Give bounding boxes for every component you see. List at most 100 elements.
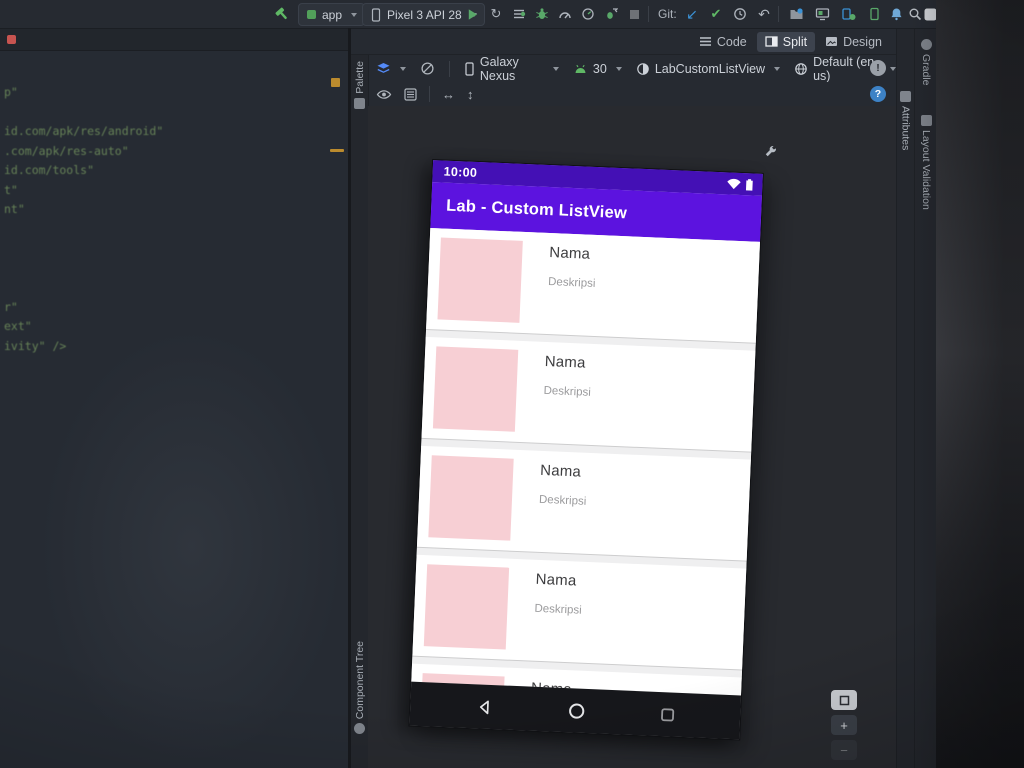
api-level-label: 30 (592, 61, 607, 76)
chevron-down-icon (615, 66, 622, 71)
item-thumbnail (437, 237, 523, 323)
code-line: id.com/apk/res/android" (4, 124, 164, 138)
code-line: ivity" /> (4, 338, 67, 353)
orientation-list-icon[interactable] (404, 87, 417, 101)
layout-height-icon[interactable]: ↕ (467, 87, 474, 102)
toolbar-separator (778, 6, 779, 22)
layout-validation-label: Layout Validation (920, 130, 932, 210)
color-blind-mode-button[interactable] (420, 61, 435, 76)
code-editor-panel[interactable]: p" id.com/apk/res/android" .com/apk/res-… (0, 29, 348, 768)
git-rollback-button[interactable]: ↶ (754, 4, 774, 24)
phone-device-icon (370, 7, 382, 22)
profile-avatar-button[interactable] (920, 4, 936, 24)
code-line: id.com/tools" (4, 163, 95, 177)
main-toolbar: app Pixel 3 API 28 ↻ Git: ↙ ✔ ↶ (0, 0, 936, 29)
chevron-down-icon (351, 12, 358, 17)
notifications-bell-icon[interactable] (886, 4, 906, 24)
item-description: Deskripsi (543, 384, 592, 399)
theme-select[interactable]: LabCustomListView (636, 62, 781, 76)
xml-file-icon (7, 35, 16, 44)
palette-icon (354, 97, 365, 109)
help-badge[interactable]: ? (870, 86, 886, 102)
tab-code-label: Code (716, 34, 747, 49)
render-issues-badge[interactable]: ! (870, 60, 886, 76)
layout-validation-icon (920, 115, 932, 126)
inspection-status-marker[interactable] (331, 78, 340, 87)
code-line: r" (4, 299, 18, 314)
profile-button[interactable] (555, 4, 575, 24)
editor-tab-strip (0, 29, 348, 51)
zoom-to-fit-button[interactable] (831, 690, 857, 710)
apply-changes-button[interactable]: ↻ (486, 4, 506, 24)
tab-design[interactable]: Design (817, 32, 890, 52)
component-tree-icon (354, 723, 365, 735)
layout-validation-tool-button[interactable]: Layout Validation (915, 115, 936, 210)
list-item[interactable]: Nama Deskripsi (421, 336, 756, 452)
running-devices-button[interactable] (812, 4, 832, 24)
wifi-icon (726, 177, 741, 190)
run-configuration-select[interactable]: app (298, 3, 366, 26)
debug-button[interactable] (532, 4, 552, 24)
list-item[interactable]: Nama Deskripsi (416, 445, 751, 561)
no-color-icon (420, 61, 435, 76)
build-hammer-icon[interactable] (272, 4, 292, 24)
toolbar-separator (449, 60, 450, 77)
design-surface[interactable]: 10:00 Lab - Custom ListView Nama Deskrip… (368, 106, 896, 768)
list-item[interactable]: Nama Deskripsi (412, 554, 747, 670)
chevron-down-icon (400, 66, 406, 71)
sdk-manager-button[interactable] (864, 4, 884, 24)
recents-button-icon[interactable] (659, 707, 675, 723)
code-mode-icon (699, 36, 712, 47)
scrollbar-warning-marker[interactable] (330, 149, 344, 152)
zoom-in-button[interactable]: + (831, 715, 857, 735)
layout-width-icon[interactable]: ↔ (442, 87, 455, 102)
preview-device-select[interactable]: Galaxy Nexus (464, 55, 559, 83)
item-thumbnail (428, 455, 514, 541)
android-head-icon (573, 63, 588, 75)
run-button[interactable] (462, 4, 482, 24)
list-item[interactable]: Nama Deskripsi (426, 228, 761, 343)
attach-debugger-button[interactable] (601, 4, 621, 24)
git-update-button[interactable]: ↙ (682, 4, 702, 24)
gradle-label: Gradle (920, 54, 932, 86)
home-button-icon[interactable] (566, 701, 586, 721)
app-module-icon (306, 9, 317, 20)
code-line: ext" (4, 319, 32, 333)
toolbar-separator (429, 86, 430, 102)
git-commit-button[interactable]: ✔ (706, 4, 726, 24)
git-history-button[interactable] (730, 4, 750, 24)
gradle-tool-button[interactable]: Gradle (915, 39, 936, 86)
api-level-select[interactable]: 30 (573, 62, 622, 76)
design-panel: Code Split Design Galaxy Nexus 30 LabCus… (351, 29, 896, 768)
globe-icon (794, 62, 808, 76)
tab-split[interactable]: Split (756, 31, 816, 52)
back-button-icon[interactable] (475, 698, 493, 716)
component-tree-tool-button[interactable]: Component Tree (351, 641, 368, 735)
render-settings-wrench-icon[interactable] (764, 144, 777, 163)
design-surface-select[interactable] (376, 62, 406, 76)
apply-code-changes-button[interactable] (509, 4, 529, 24)
stop-button[interactable] (624, 4, 644, 24)
palette-tool-button[interactable]: Palette (351, 61, 368, 109)
project-structure-button[interactable] (786, 4, 806, 24)
preview-device-label: Galaxy Nexus (479, 54, 519, 83)
code-line: p" (4, 85, 18, 99)
chevron-down-icon (774, 66, 781, 71)
design-mode-icon (825, 36, 838, 47)
tab-design-label: Design (843, 34, 882, 49)
phone-preview[interactable]: 10:00 Lab - Custom ListView Nama Deskrip… (408, 159, 764, 741)
device-manager-button[interactable] (838, 4, 858, 24)
profiler-gauge-button[interactable] (578, 4, 598, 24)
split-mode-icon (765, 36, 778, 47)
attributes-tool-button[interactable]: Attributes (897, 91, 914, 150)
component-tree-label: Component Tree (353, 641, 366, 720)
toolbar-separator (648, 6, 649, 22)
item-name: Nama (549, 244, 591, 263)
view-options-eye-icon[interactable] (376, 88, 392, 101)
zoom-out-button[interactable]: − (831, 740, 857, 760)
tab-code[interactable]: Code (691, 32, 755, 52)
item-description: Deskripsi (538, 493, 587, 508)
item-name: Nama (539, 461, 582, 481)
